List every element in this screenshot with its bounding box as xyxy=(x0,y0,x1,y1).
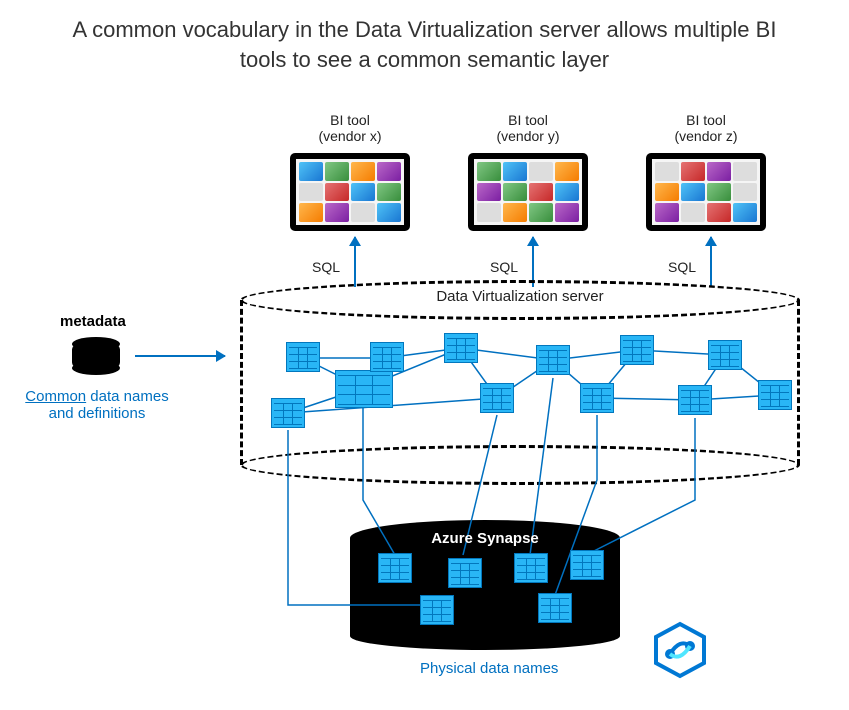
metadata-label: metadata xyxy=(60,313,126,330)
bi-screen-z xyxy=(646,153,766,231)
bi-tool-x-label: BI tool (vendor x) xyxy=(300,112,400,144)
bi-tool-y-label: BI tool (vendor y) xyxy=(478,112,578,144)
bi-tool-vendor: (vendor x) xyxy=(318,128,381,144)
bi-screen-x xyxy=(290,153,410,231)
virtual-table-icon xyxy=(335,370,393,408)
bi-screen-y xyxy=(468,153,588,231)
virtual-table-icon xyxy=(370,342,404,372)
bi-tool-name: BI tool xyxy=(508,112,548,128)
common-data-names-text: Common data names and definitions xyxy=(12,388,182,422)
bi-tool-vendor: (vendor z) xyxy=(674,128,737,144)
virtual-table-icon xyxy=(286,342,320,372)
arrow-sql-x xyxy=(354,237,356,287)
sql-label-z: SQL xyxy=(668,259,696,275)
physical-table-icon xyxy=(420,595,454,625)
sql-label-y: SQL xyxy=(490,259,518,275)
underlined-text: Common xyxy=(25,388,86,405)
bi-tool-z-label: BI tool (vendor z) xyxy=(656,112,756,144)
sql-label-x: SQL xyxy=(312,259,340,275)
virtual-table-icon xyxy=(758,380,792,410)
arrow-metadata-to-dv xyxy=(135,355,225,357)
virtual-table-icon xyxy=(444,333,478,363)
physical-table-icon xyxy=(514,553,548,583)
physical-table-icon xyxy=(538,593,572,623)
dv-server-cylinder: Data Virtualization server xyxy=(240,300,800,465)
virtual-table-icon xyxy=(708,340,742,370)
bi-tool-name: BI tool xyxy=(686,112,726,128)
virtual-table-icon xyxy=(536,345,570,375)
virtual-table-icon xyxy=(271,398,305,428)
physical-table-icon xyxy=(448,558,482,588)
virtual-table-icon xyxy=(580,383,614,413)
arrow-sql-z xyxy=(710,237,712,287)
physical-table-icon xyxy=(570,550,604,580)
virtual-table-icon xyxy=(620,335,654,365)
physical-data-names-label: Physical data names xyxy=(420,660,558,677)
azure-synapse-label: Azure Synapse xyxy=(350,530,620,547)
virtual-table-icon xyxy=(480,383,514,413)
azure-synapse-cylinder: Azure Synapse xyxy=(350,520,620,650)
metadata-cylinder-icon xyxy=(72,344,120,368)
dv-server-label: Data Virtualization server xyxy=(240,288,800,305)
bi-tool-vendor: (vendor y) xyxy=(496,128,559,144)
physical-table-icon xyxy=(378,553,412,583)
diagram-title: A common vocabulary in the Data Virtuali… xyxy=(0,0,849,74)
azure-synapse-logo-icon xyxy=(650,620,710,680)
bi-tool-name: BI tool xyxy=(330,112,370,128)
virtual-table-icon xyxy=(678,385,712,415)
